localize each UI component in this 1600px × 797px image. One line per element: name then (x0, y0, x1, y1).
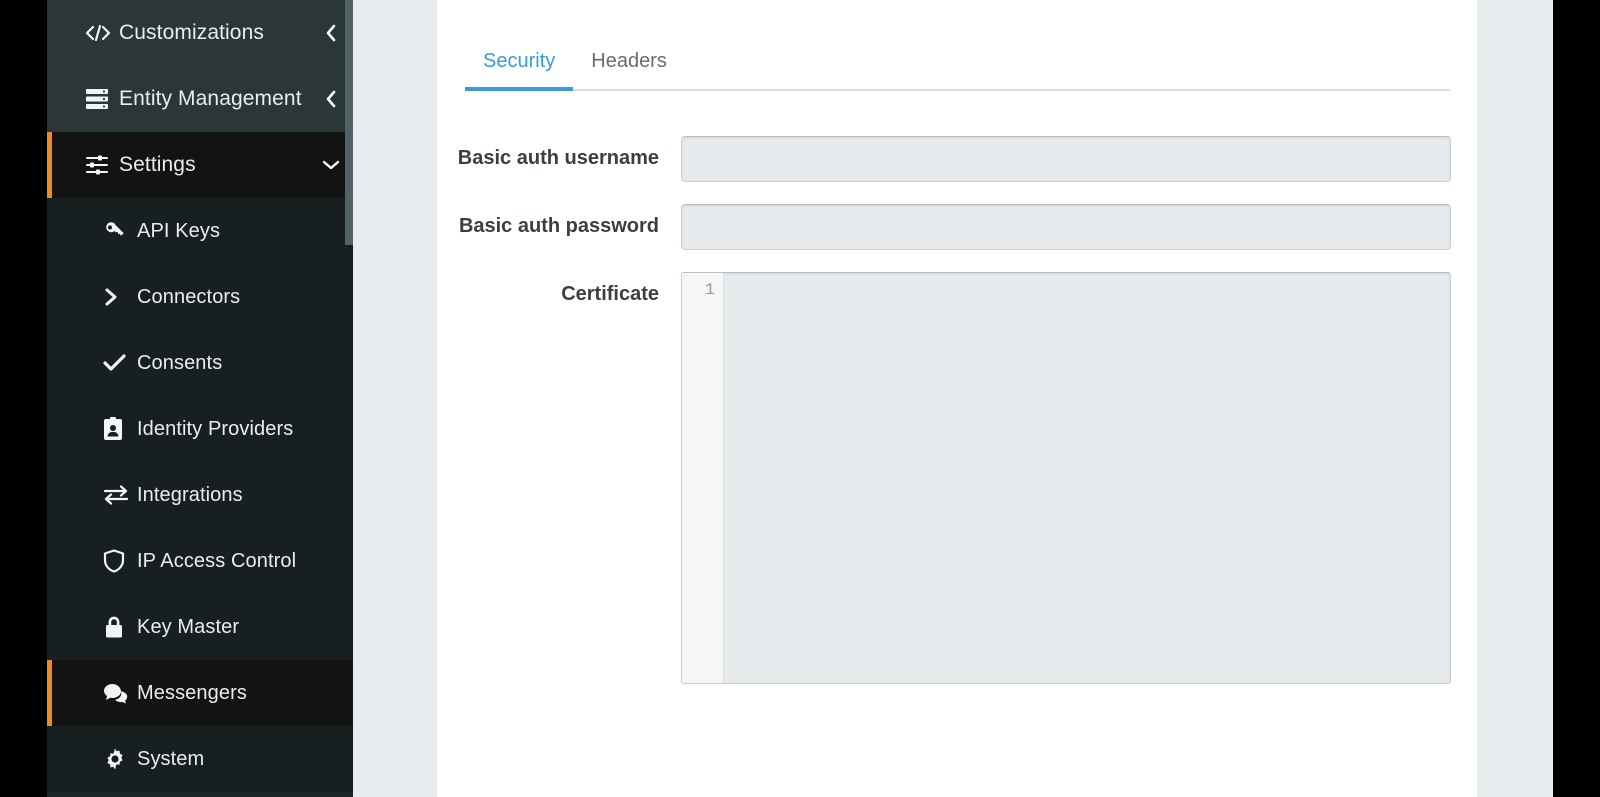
active-accent-bar (47, 660, 52, 726)
check-icon (103, 352, 137, 374)
basic-auth-username-field (681, 136, 1477, 182)
basic-auth-password-field (681, 204, 1477, 250)
sidebar-item-label: System (137, 747, 205, 770)
chat-bubbles-icon (103, 682, 137, 704)
form-row-basic-auth-password: Basic auth password (437, 204, 1477, 250)
id-badge-icon (103, 417, 137, 441)
form-row-basic-auth-username: Basic auth username (437, 136, 1477, 182)
sidebar-item-label: Customizations (119, 21, 264, 44)
server-stack-icon (85, 88, 119, 110)
certificate-field: 1 (681, 272, 1477, 684)
active-accent-bar (47, 132, 52, 198)
sidebar-scrollbar-track[interactable] (345, 0, 353, 797)
security-form: Basic auth username Basic auth password … (437, 136, 1477, 706)
app-screen: Customizations Entity Management Setting… (0, 0, 1600, 797)
sidebar: Customizations Entity Management Setting… (47, 0, 353, 797)
sidebar-item-label: Key Master (137, 615, 240, 638)
code-editor-content[interactable] (724, 273, 1450, 683)
content-panel: Security Headers Basic auth username Bas… (437, 0, 1477, 797)
sidebar-item-label: IP Access Control (137, 549, 297, 572)
sidebar-item-identity-providers[interactable]: Identity Providers (47, 396, 353, 462)
tab-bar: Security Headers (465, 36, 1450, 91)
code-brackets-icon (85, 23, 119, 43)
gear-icon (103, 747, 137, 771)
sidebar-item-integrations[interactable]: Integrations (47, 462, 353, 528)
sidebar-item-entity-management[interactable]: Entity Management (47, 66, 353, 132)
sidebar-item-settings[interactable]: Settings (47, 132, 353, 198)
code-gutter-line-numbers: 1 (682, 273, 724, 683)
sidebar-item-ip-access-control[interactable]: IP Access Control (47, 528, 353, 594)
chevron-right-icon (103, 286, 137, 308)
shield-icon (103, 549, 137, 573)
key-icon (103, 220, 137, 242)
tab-security[interactable]: Security (465, 50, 574, 91)
sidebar-item-label: Connectors (137, 285, 241, 308)
sidebar-scrollbar-thumb[interactable] (345, 0, 353, 245)
sidebar-item-label: Messengers (137, 681, 247, 704)
sidebar-item-customizations[interactable]: Customizations (47, 0, 353, 66)
basic-auth-username-input[interactable] (681, 136, 1451, 182)
sidebar-item-label: Consents (137, 351, 223, 374)
sidebar-item-consents[interactable]: Consents (47, 330, 353, 396)
form-row-certificate: Certificate 1 (437, 272, 1477, 684)
sidebar-item-key-master[interactable]: Key Master (47, 594, 353, 660)
sidebar-item-label: API Keys (137, 219, 221, 242)
exchange-arrows-icon (103, 485, 137, 505)
certificate-label: Certificate (561, 283, 659, 305)
lock-icon (103, 615, 137, 639)
sidebar-item-label: Entity Management (119, 87, 302, 110)
tab-headers[interactable]: Headers (573, 50, 685, 89)
sliders-icon (85, 154, 119, 176)
basic-auth-password-label: Basic auth password (458, 215, 659, 237)
certificate-code-editor[interactable]: 1 (681, 272, 1451, 684)
sidebar-item-messengers[interactable]: Messengers (47, 660, 353, 726)
basic-auth-username-label: Basic auth username (457, 147, 659, 169)
sidebar-item-system[interactable]: System (47, 726, 353, 792)
sidebar-item-label: Settings (119, 153, 196, 176)
sidebar-item-label: Integrations (137, 483, 243, 506)
sidebar-item-label: Identity Providers (137, 417, 294, 440)
sidebar-item-api-keys[interactable]: API Keys (47, 198, 353, 264)
basic-auth-password-input[interactable] (681, 204, 1451, 250)
sidebar-item-connectors[interactable]: Connectors (47, 264, 353, 330)
